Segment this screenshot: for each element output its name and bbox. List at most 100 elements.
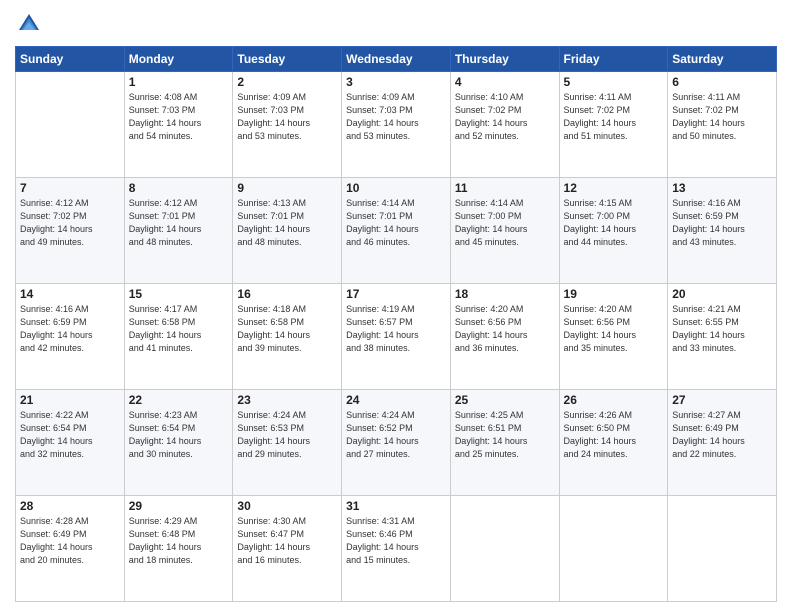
- calendar-cell: 14Sunrise: 4:16 AM Sunset: 6:59 PM Dayli…: [16, 284, 125, 390]
- cell-content: Sunrise: 4:15 AM Sunset: 7:00 PM Dayligh…: [564, 197, 664, 249]
- cell-content: Sunrise: 4:18 AM Sunset: 6:58 PM Dayligh…: [237, 303, 337, 355]
- day-number: 18: [455, 287, 555, 301]
- calendar-cell: 5 Sunrise: 4:11 AM Sunset: 7:02 PM Daylig…: [559, 72, 668, 178]
- day-number: 30: [237, 499, 337, 513]
- calendar-cell: 16 Sunrise: 4:18 AM Sunset: 6:58 PM Dayli…: [233, 284, 342, 390]
- cell-content: Sunrise: 4:25 AM Sunset: 6:51 PM Dayligh…: [455, 409, 555, 461]
- calendar-week-row: 28 Sunrise: 4:28 AM Sunset: 6:49 PM Dayli…: [16, 496, 777, 602]
- calendar-cell: 28 Sunrise: 4:28 AM Sunset: 6:49 PM Dayli…: [16, 496, 125, 602]
- day-number: 16: [237, 287, 337, 301]
- cell-content: Sunrise: 4:22 AM Sunset: 6:54 PM Dayligh…: [20, 409, 120, 461]
- calendar-week-row: 7Sunrise: 4:12 AM Sunset: 7:02 PM Daylig…: [16, 178, 777, 284]
- calendar-cell: 24 Sunrise: 4:24 AM Sunset: 6:52 PM Dayli…: [342, 390, 451, 496]
- calendar-cell: 21 Sunrise: 4:22 AM Sunset: 6:54 PM Dayli…: [16, 390, 125, 496]
- day-number: 26: [564, 393, 664, 407]
- calendar-cell: 6 Sunrise: 4:11 AM Sunset: 7:02 PM Daylig…: [668, 72, 777, 178]
- calendar-week-row: 21 Sunrise: 4:22 AM Sunset: 6:54 PM Dayli…: [16, 390, 777, 496]
- calendar-week-row: 1 Sunrise: 4:08 AM Sunset: 7:03 PM Daylig…: [16, 72, 777, 178]
- day-number: 29: [129, 499, 229, 513]
- cell-content: Sunrise: 4:16 AM Sunset: 6:59 PM Dayligh…: [672, 197, 772, 249]
- day-number: 28: [20, 499, 120, 513]
- day-number: 15: [129, 287, 229, 301]
- calendar-cell: 20Sunrise: 4:21 AM Sunset: 6:55 PM Dayli…: [668, 284, 777, 390]
- calendar-cell: [450, 496, 559, 602]
- cell-content: Sunrise: 4:29 AM Sunset: 6:48 PM Dayligh…: [129, 515, 229, 567]
- cell-content: Sunrise: 4:09 AM Sunset: 7:03 PM Dayligh…: [346, 91, 446, 143]
- day-number: 27: [672, 393, 772, 407]
- calendar-cell: 17 Sunrise: 4:19 AM Sunset: 6:57 PM Dayli…: [342, 284, 451, 390]
- weekday-header: Friday: [559, 47, 668, 72]
- day-number: 12: [564, 181, 664, 195]
- calendar-cell: 23 Sunrise: 4:24 AM Sunset: 6:53 PM Dayli…: [233, 390, 342, 496]
- calendar-cell: 22 Sunrise: 4:23 AM Sunset: 6:54 PM Dayli…: [124, 390, 233, 496]
- page: SundayMondayTuesdayWednesdayThursdayFrid…: [0, 0, 792, 612]
- weekday-header: Wednesday: [342, 47, 451, 72]
- calendar-table: SundayMondayTuesdayWednesdayThursdayFrid…: [15, 46, 777, 602]
- cell-content: Sunrise: 4:31 AM Sunset: 6:46 PM Dayligh…: [346, 515, 446, 567]
- calendar-cell: [668, 496, 777, 602]
- cell-content: Sunrise: 4:23 AM Sunset: 6:54 PM Dayligh…: [129, 409, 229, 461]
- cell-content: Sunrise: 4:12 AM Sunset: 7:01 PM Dayligh…: [129, 197, 229, 249]
- calendar-cell: [16, 72, 125, 178]
- calendar-cell: [559, 496, 668, 602]
- day-number: 8: [129, 181, 229, 195]
- cell-content: Sunrise: 4:24 AM Sunset: 6:53 PM Dayligh…: [237, 409, 337, 461]
- cell-content: Sunrise: 4:10 AM Sunset: 7:02 PM Dayligh…: [455, 91, 555, 143]
- weekday-header: Monday: [124, 47, 233, 72]
- cell-content: Sunrise: 4:27 AM Sunset: 6:49 PM Dayligh…: [672, 409, 772, 461]
- day-number: 23: [237, 393, 337, 407]
- day-number: 25: [455, 393, 555, 407]
- calendar-cell: 31 Sunrise: 4:31 AM Sunset: 6:46 PM Dayli…: [342, 496, 451, 602]
- cell-content: Sunrise: 4:28 AM Sunset: 6:49 PM Dayligh…: [20, 515, 120, 567]
- calendar-cell: 4 Sunrise: 4:10 AM Sunset: 7:02 PM Daylig…: [450, 72, 559, 178]
- calendar-cell: 2 Sunrise: 4:09 AM Sunset: 7:03 PM Daylig…: [233, 72, 342, 178]
- calendar-cell: 11 Sunrise: 4:14 AM Sunset: 7:00 PM Dayli…: [450, 178, 559, 284]
- calendar-cell: 29 Sunrise: 4:29 AM Sunset: 6:48 PM Dayli…: [124, 496, 233, 602]
- calendar-cell: 8 Sunrise: 4:12 AM Sunset: 7:01 PM Daylig…: [124, 178, 233, 284]
- cell-content: Sunrise: 4:13 AM Sunset: 7:01 PM Dayligh…: [237, 197, 337, 249]
- cell-content: Sunrise: 4:24 AM Sunset: 6:52 PM Dayligh…: [346, 409, 446, 461]
- day-number: 7: [20, 181, 120, 195]
- cell-content: Sunrise: 4:11 AM Sunset: 7:02 PM Dayligh…: [564, 91, 664, 143]
- day-number: 17: [346, 287, 446, 301]
- calendar-cell: 3 Sunrise: 4:09 AM Sunset: 7:03 PM Daylig…: [342, 72, 451, 178]
- calendar-cell: 25 Sunrise: 4:25 AM Sunset: 6:51 PM Dayli…: [450, 390, 559, 496]
- calendar-cell: 26 Sunrise: 4:26 AM Sunset: 6:50 PM Dayli…: [559, 390, 668, 496]
- logo: [15, 10, 47, 38]
- calendar-cell: 9Sunrise: 4:13 AM Sunset: 7:01 PM Daylig…: [233, 178, 342, 284]
- day-number: 13: [672, 181, 772, 195]
- day-number: 1: [129, 75, 229, 89]
- day-number: 10: [346, 181, 446, 195]
- calendar-cell: 13 Sunrise: 4:16 AM Sunset: 6:59 PM Dayli…: [668, 178, 777, 284]
- cell-content: Sunrise: 4:14 AM Sunset: 7:01 PM Dayligh…: [346, 197, 446, 249]
- cell-content: Sunrise: 4:14 AM Sunset: 7:00 PM Dayligh…: [455, 197, 555, 249]
- weekday-header: Thursday: [450, 47, 559, 72]
- cell-content: Sunrise: 4:16 AM Sunset: 6:59 PM Dayligh…: [20, 303, 120, 355]
- header: [15, 10, 777, 38]
- calendar-cell: 15Sunrise: 4:17 AM Sunset: 6:58 PM Dayli…: [124, 284, 233, 390]
- cell-content: Sunrise: 4:21 AM Sunset: 6:55 PM Dayligh…: [672, 303, 772, 355]
- cell-content: Sunrise: 4:26 AM Sunset: 6:50 PM Dayligh…: [564, 409, 664, 461]
- calendar-week-row: 14Sunrise: 4:16 AM Sunset: 6:59 PM Dayli…: [16, 284, 777, 390]
- day-number: 6: [672, 75, 772, 89]
- calendar-body: 1 Sunrise: 4:08 AM Sunset: 7:03 PM Daylig…: [16, 72, 777, 602]
- day-number: 5: [564, 75, 664, 89]
- cell-content: Sunrise: 4:09 AM Sunset: 7:03 PM Dayligh…: [237, 91, 337, 143]
- cell-content: Sunrise: 4:11 AM Sunset: 7:02 PM Dayligh…: [672, 91, 772, 143]
- day-number: 11: [455, 181, 555, 195]
- calendar-cell: 18Sunrise: 4:20 AM Sunset: 6:56 PM Dayli…: [450, 284, 559, 390]
- calendar-cell: 12 Sunrise: 4:15 AM Sunset: 7:00 PM Dayli…: [559, 178, 668, 284]
- day-number: 3: [346, 75, 446, 89]
- cell-content: Sunrise: 4:19 AM Sunset: 6:57 PM Dayligh…: [346, 303, 446, 355]
- day-number: 2: [237, 75, 337, 89]
- calendar-cell: 1 Sunrise: 4:08 AM Sunset: 7:03 PM Daylig…: [124, 72, 233, 178]
- day-number: 31: [346, 499, 446, 513]
- day-number: 24: [346, 393, 446, 407]
- day-number: 22: [129, 393, 229, 407]
- day-number: 21: [20, 393, 120, 407]
- calendar-cell: 30Sunrise: 4:30 AM Sunset: 6:47 PM Dayli…: [233, 496, 342, 602]
- calendar-cell: 19Sunrise: 4:20 AM Sunset: 6:56 PM Dayli…: [559, 284, 668, 390]
- calendar-cell: 27 Sunrise: 4:27 AM Sunset: 6:49 PM Dayli…: [668, 390, 777, 496]
- day-number: 4: [455, 75, 555, 89]
- cell-content: Sunrise: 4:08 AM Sunset: 7:03 PM Dayligh…: [129, 91, 229, 143]
